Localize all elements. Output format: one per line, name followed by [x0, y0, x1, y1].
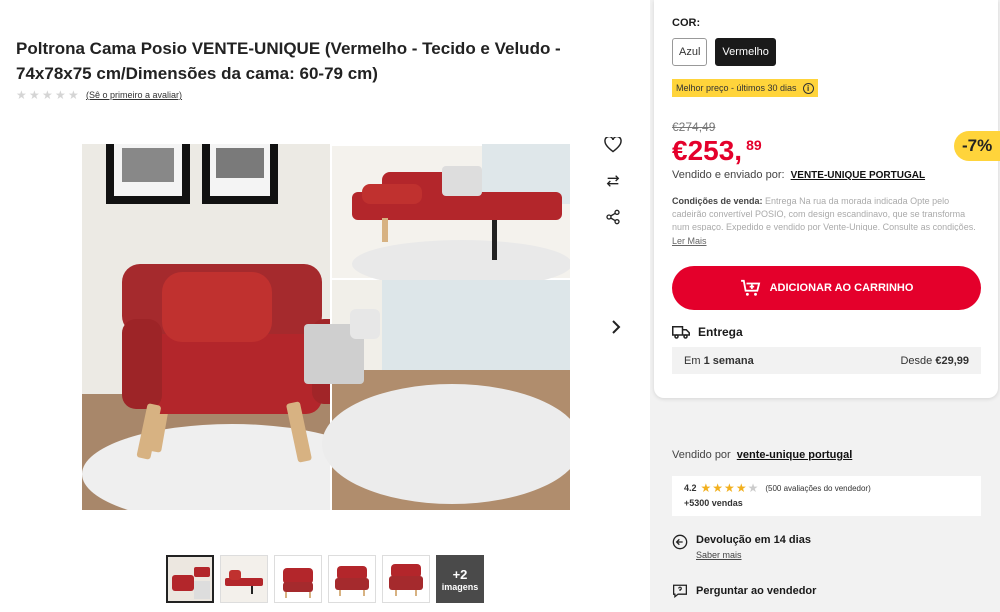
thumbnail-2[interactable]: [220, 555, 268, 603]
delivery-from-label: Desde: [900, 354, 933, 367]
star-icon: ★: [712, 481, 724, 495]
seller-score: 4.2: [684, 483, 697, 493]
product-main-image[interactable]: [82, 144, 570, 510]
sold-by-label: Vendido por: [672, 449, 731, 461]
more-images-label: imagens: [441, 581, 479, 592]
product-title: Poltrona Cama Posio VENTE-UNIQUE (Vermel…: [16, 39, 561, 83]
read-more-link[interactable]: Ler Mais: [672, 236, 707, 246]
favorite-heart-icon[interactable]: [602, 136, 624, 154]
rating-stars: ★ ★ ★ ★ ★: [16, 89, 80, 101]
delivery-time-prefix: Em: [684, 354, 701, 367]
first-review-link[interactable]: (Sê o primeiro a avaliar): [86, 90, 182, 100]
delivery-option[interactable]: Em 1 semana Desde €29,99: [672, 347, 981, 374]
seller-link[interactable]: VENTE-UNIQUE PORTUGAL: [791, 170, 925, 181]
discount-badge: -7%: [954, 131, 1000, 161]
ask-seller-label: Perguntar ao vendedor: [696, 585, 817, 597]
more-images-count: +2: [452, 566, 468, 582]
product-main-column: Poltrona Cama Posio VENTE-UNIQUE (Vermel…: [0, 0, 650, 612]
seller-rating-card: 4.2 ★ ★ ★ ★ ★ (500 avaliações do vendedo…: [672, 476, 981, 516]
best-price-text: Melhor preço - últimos 30 dias: [676, 83, 797, 93]
sold-by: Vendido por vente-unique portugal: [672, 449, 852, 461]
delivery-time: Em 1 semana: [684, 355, 754, 367]
star-icon: ★: [747, 481, 759, 495]
return-learn-more-link[interactable]: Saber mais: [696, 550, 811, 560]
return-policy: Devolução em 14 dias Saber mais: [672, 534, 811, 560]
star-icon: ★: [42, 88, 53, 102]
return-title: Devolução em 14 dias: [696, 534, 811, 546]
thumbnail-1[interactable]: [166, 555, 214, 603]
star-icon: ★: [29, 88, 40, 102]
star-icon: ★: [68, 88, 79, 102]
cart-plus-icon: [740, 279, 760, 296]
seller-info-panel: Vendido por vente-unique portugal 4.2 ★ …: [654, 430, 998, 612]
sold-shipped-label: Vendido e enviado por:: [672, 169, 785, 181]
star-icon: ★: [735, 481, 747, 495]
seller-stars: ★ ★ ★ ★ ★: [701, 482, 759, 494]
star-icon: ★: [16, 88, 27, 102]
current-price: €253, 89: [672, 135, 762, 167]
thumbnail-strip: +2 imagens: [166, 555, 484, 603]
star-icon: ★: [724, 481, 735, 495]
truck-icon: [672, 326, 690, 339]
price-cents: 89: [746, 137, 762, 153]
delivery-from-price: €29,99: [935, 354, 969, 367]
seller-sales: +5300 vendas: [684, 498, 743, 508]
return-icon: [672, 534, 688, 550]
best-price-badge: Melhor preço - últimos 30 dias i: [672, 79, 818, 97]
compare-arrows-icon[interactable]: [602, 172, 624, 190]
seller-rating: 4.2 ★ ★ ★ ★ ★ (500 avaliações do vendedo…: [684, 482, 969, 494]
star-icon: ★: [55, 88, 66, 102]
old-price: €274,49: [672, 120, 716, 134]
price-main: €253,: [672, 135, 743, 166]
chat-question-icon: [673, 584, 687, 598]
delivery-header: Entrega: [672, 325, 743, 339]
color-option-azul[interactable]: Azul: [672, 38, 708, 66]
add-to-cart-label: ADICIONAR AO CARRINHO: [769, 282, 914, 294]
delivery-time-value: 1 semana: [703, 354, 754, 367]
next-image-chevron-right-icon[interactable]: [606, 316, 626, 338]
color-label: COR:: [672, 17, 701, 29]
delivery-title: Entrega: [698, 325, 743, 339]
conditions-label: Condições de venda:: [672, 196, 763, 206]
buy-box: COR: Azul Vermelho Melhor preço - último…: [654, 0, 1000, 398]
share-icon[interactable]: [602, 208, 624, 226]
product-rating: ★ ★ ★ ★ ★ (Sê o primeiro a avaliar): [16, 89, 182, 101]
seller-profile-link[interactable]: vente-unique portugal: [737, 449, 853, 461]
color-options: Azul Vermelho: [672, 38, 776, 66]
info-icon[interactable]: i: [802, 82, 814, 94]
seller-review-count: (500 avaliações do vendedor): [765, 483, 871, 493]
more-images-button[interactable]: +2 imagens: [436, 555, 484, 603]
thumbnail-5[interactable]: [382, 555, 430, 603]
ask-seller-button[interactable]: Perguntar ao vendedor: [672, 584, 816, 598]
add-to-cart-button[interactable]: ADICIONAR AO CARRINHO: [672, 266, 981, 310]
color-option-vermelho[interactable]: Vermelho: [715, 38, 776, 66]
thumbnail-3[interactable]: [274, 555, 322, 603]
thumbnail-4[interactable]: [328, 555, 376, 603]
delivery-cost: Desde €29,99: [900, 355, 969, 367]
sale-conditions: Condições de venda: Entrega Na rua da mo…: [672, 195, 984, 231]
star-icon: ★: [700, 481, 712, 495]
image-actions: [602, 136, 624, 226]
sold-and-shipped: Vendido e enviado por: VENTE-UNIQUE PORT…: [672, 169, 925, 181]
